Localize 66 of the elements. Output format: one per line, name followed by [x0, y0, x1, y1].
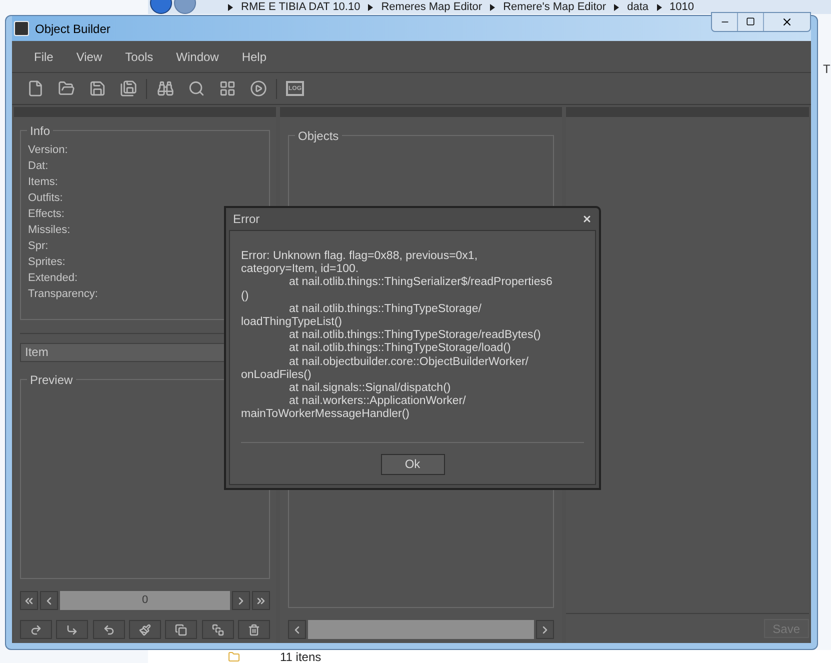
stack-button[interactable] — [202, 620, 234, 639]
previous-frame-button[interactable] — [40, 591, 58, 610]
info-label: Extended: — [28, 271, 78, 286]
edge-text: T — [823, 61, 830, 78]
stack-icon — [212, 624, 224, 636]
breadcrumb-arrow-icon — [614, 4, 620, 10]
turn-right-arrow-icon — [66, 624, 78, 636]
redo-arrow-button[interactable] — [20, 620, 52, 639]
breadcrumb-arrow-icon — [490, 4, 496, 10]
last-frame-button[interactable] — [252, 591, 270, 610]
scrollbar-thumb[interactable] — [308, 620, 534, 639]
copy-icon — [175, 624, 188, 636]
item-count: 11 itens — [280, 651, 322, 663]
binoculars-icon — [156, 80, 174, 97]
breadcrumb-arrow-icon — [656, 4, 662, 10]
copy-button[interactable] — [165, 620, 198, 639]
menu-item[interactable]: Help — [242, 48, 267, 66]
brush-button[interactable] — [128, 620, 161, 639]
breadcrumb-item[interactable]: 1010 — [670, 2, 694, 12]
maximize-icon — [746, 17, 755, 26]
dialog-close-button[interactable] — [582, 214, 592, 224]
search-icon — [188, 80, 204, 97]
menu-item[interactable]: File — [34, 48, 54, 66]
close-icon — [781, 16, 793, 28]
scroll-left-button[interactable] — [288, 620, 306, 639]
frame-field[interactable]: 0 — [60, 591, 230, 610]
save-all-icon — [120, 80, 136, 97]
info-label: Items: — [28, 175, 58, 190]
info-label: Effects: — [28, 207, 64, 222]
menu-item[interactable]: Window — [176, 48, 219, 66]
breadcrumb-item[interactable]: Remere's Map Editor — [503, 2, 606, 12]
next-frame-button[interactable] — [232, 591, 250, 610]
breadcrumb-arrow-icon — [368, 4, 374, 10]
info-label: Version: — [28, 143, 68, 158]
undo-arrow-icon — [102, 624, 115, 636]
ok-button[interactable]: Ok — [380, 454, 444, 475]
breadcrumb-item[interactable]: Remeres Map Editor — [381, 2, 482, 12]
breadcrumb-arrow-icon — [228, 4, 233, 10]
undo-arrow-button[interactable] — [92, 620, 125, 639]
trash-icon — [248, 624, 260, 636]
menu-item[interactable]: View — [76, 48, 102, 66]
info-label: Sprites: — [28, 255, 66, 270]
breadcrumb-item[interactable]: RME E TIBIA DAT 10.10 — [241, 2, 360, 12]
info-label: Outfits: — [28, 191, 63, 206]
menu-item[interactable]: Tools — [125, 48, 154, 66]
open-folder-icon — [58, 80, 74, 97]
breadcrumb-item[interactable]: data — [627, 2, 648, 12]
save-icon — [88, 80, 106, 97]
play-icon — [250, 80, 266, 97]
info-label: Transparency: — [28, 287, 98, 302]
dialog-title: Error — [233, 211, 260, 228]
info-label: Spr: — [28, 239, 48, 254]
info-label: Dat: — [28, 159, 48, 174]
trash-button[interactable] — [238, 620, 270, 639]
grid-icon — [218, 80, 236, 97]
close-icon — [582, 214, 592, 224]
redo-arrow-icon — [30, 624, 42, 636]
brush-icon — [138, 624, 151, 636]
scroll-right-button[interactable] — [536, 620, 554, 639]
first-frame-button[interactable] — [20, 591, 38, 610]
folder-icon — [228, 651, 240, 663]
turn-right-arrow-button[interactable] — [56, 620, 88, 639]
info-label: Missiles: — [28, 223, 70, 238]
window-title: Object Builder — [35, 20, 110, 38]
app-logo-icon — [14, 21, 29, 36]
new-file-icon — [26, 80, 44, 97]
